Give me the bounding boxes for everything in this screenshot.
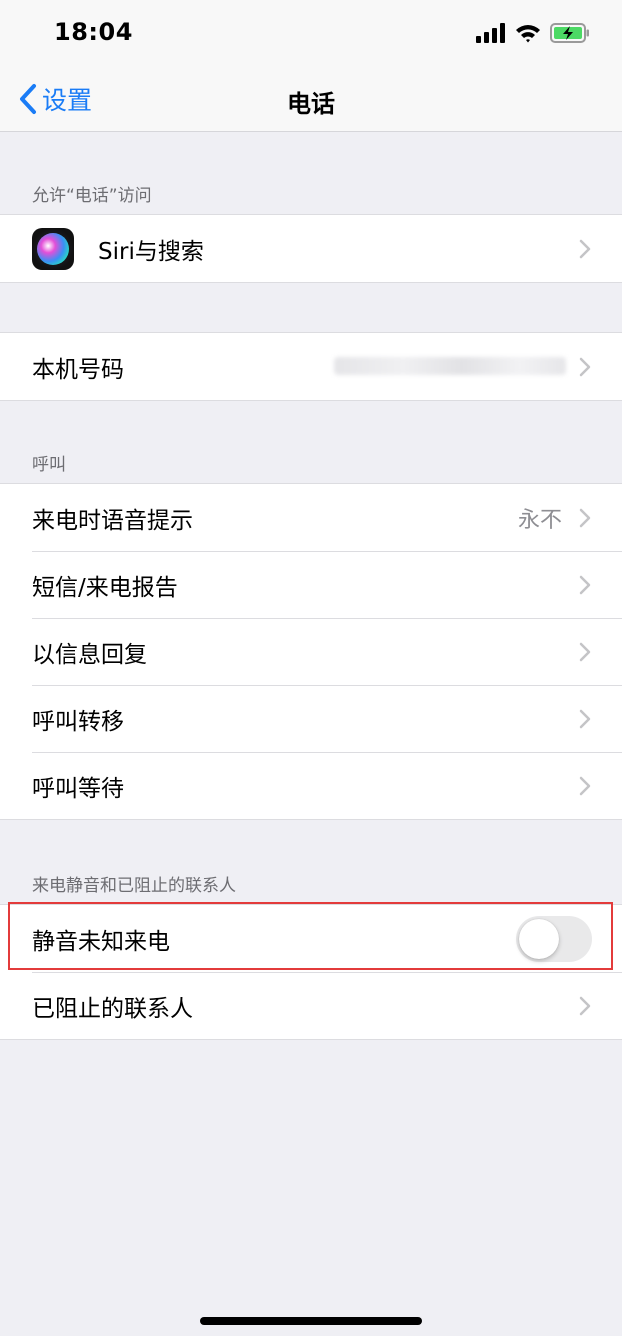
row-label: Siri与搜索: [98, 238, 204, 265]
home-indicator[interactable]: [200, 1317, 422, 1325]
row-label: 已阻止的联系人: [32, 995, 193, 1022]
row-label: 呼叫转移: [32, 708, 124, 735]
row-label: 静音未知来电: [32, 928, 170, 955]
page-title: 电话: [287, 90, 335, 118]
call-forwarding-row[interactable]: 呼叫转移: [0, 685, 622, 752]
chevron-right-icon: [579, 709, 591, 728]
section-header-calls: 呼叫: [32, 455, 66, 475]
chevron-right-icon: [579, 996, 591, 1015]
announce-calls-row[interactable]: 来电时语音提示 永不: [0, 484, 622, 551]
group-silence-blocked: 静音未知来电 已阻止的联系人: [0, 904, 622, 1040]
row-label: 呼叫等待: [32, 775, 124, 802]
sms-call-reporting-row[interactable]: 短信/来电报告: [0, 551, 622, 618]
row-label: 以信息回复: [32, 641, 147, 668]
row-label: 来电时语音提示: [32, 507, 193, 534]
row-label: 短信/来电报告: [32, 574, 178, 601]
respond-with-text-row[interactable]: 以信息回复: [0, 618, 622, 685]
silence-unknown-callers-toggle[interactable]: [516, 915, 592, 962]
row-value: 永不: [517, 507, 562, 533]
status-time: 18:04: [54, 18, 133, 46]
siri-icon: [32, 227, 74, 270]
toggle-knob: [519, 918, 559, 959]
wifi-icon: [516, 25, 540, 43]
row-label: 本机号码: [32, 356, 124, 383]
status-bar: 18:04: [0, 0, 622, 66]
signal-icon: [476, 23, 505, 43]
silence-unknown-callers-row: 静音未知来电: [0, 905, 622, 972]
siri-search-row[interactable]: Siri与搜索: [0, 215, 622, 282]
my-number-row[interactable]: 本机号码: [0, 333, 622, 400]
chevron-right-icon: [579, 575, 591, 594]
status-icons: [476, 22, 590, 44]
group-allow-access: Siri与搜索: [0, 214, 622, 283]
section-header-silence-blocked: 来电静音和已阻止的联系人: [32, 876, 236, 896]
call-waiting-row[interactable]: 呼叫等待: [0, 752, 622, 819]
chevron-right-icon: [579, 642, 591, 661]
group-calls: 来电时语音提示 永不 短信/来电报告 以信息回复 呼叫转移 呼叫等待: [0, 483, 622, 820]
chevron-right-icon: [579, 776, 591, 795]
section-header-allow-access: 允许“电话”访问: [32, 186, 152, 206]
chevron-right-icon: [579, 508, 591, 527]
navigation-bar: 设置 电话: [0, 66, 622, 132]
group-my-number: 本机号码: [0, 332, 622, 401]
redacted-phone-number: [334, 357, 566, 375]
blocked-contacts-row[interactable]: 已阻止的联系人: [0, 972, 622, 1039]
chevron-right-icon: [579, 239, 591, 258]
chevron-right-icon: [579, 357, 591, 376]
battery-charging-icon: [550, 23, 589, 43]
